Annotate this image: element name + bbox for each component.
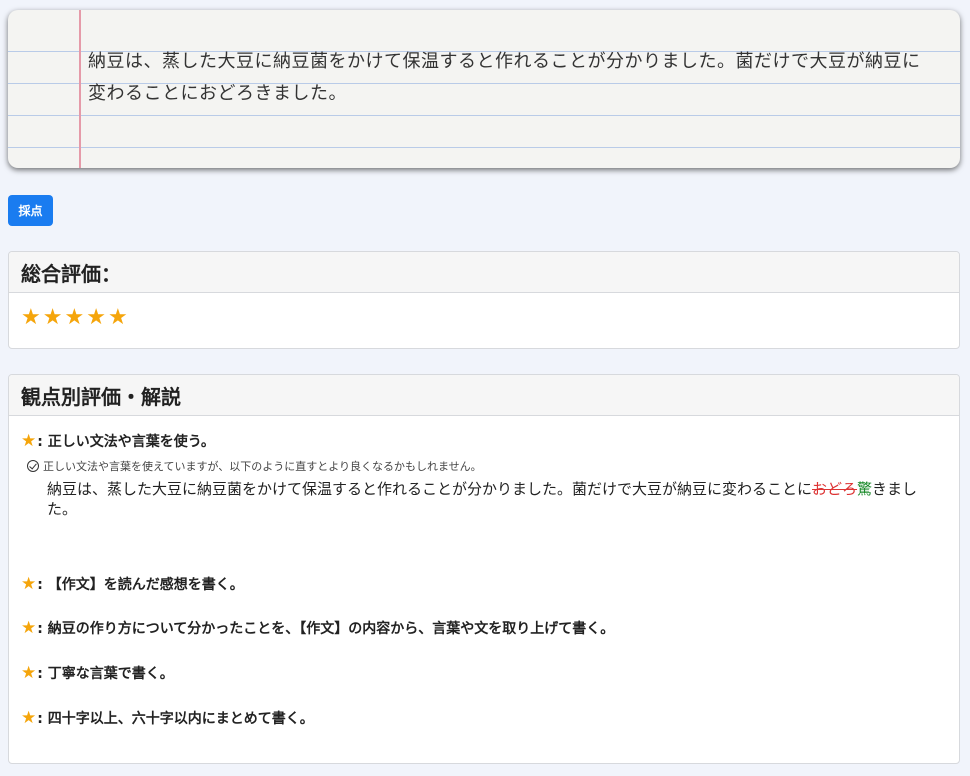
detail-evaluation-title: 観点別評価・解説	[9, 375, 959, 416]
criterion-length: ★ : 四十字以上、六十字以内にまとめて書く。	[21, 708, 314, 728]
score-button[interactable]: 採点	[8, 195, 53, 226]
star-icon: ★	[86, 305, 106, 330]
essay-notebook[interactable]: 納豆は、蒸した大豆に納豆菌をかけて保温すると作れることが分かりました。菌だけで大…	[8, 10, 960, 168]
criterion-label: : 納豆の作り方について分かったことを、【作文】の内容から、言葉や文を取り上げて…	[37, 621, 615, 637]
star-icon: ★	[21, 305, 41, 330]
criterion-label: : 正しい文法や言葉を使う。	[37, 434, 215, 450]
overall-evaluation-title: 総合評価：	[9, 252, 959, 293]
detail-evaluation-card: 観点別評価・解説 ★ : 正しい文法や言葉を使う。 正しい文法や言葉を使えていま…	[8, 374, 960, 764]
star-icon: ★	[21, 573, 37, 594]
star-icon: ★	[21, 707, 37, 728]
criterion-grammar: ★ : 正しい文法や言葉を使う。	[21, 431, 215, 451]
criterion-impression: ★ : 【作文】を読んだ感想を書く。	[21, 574, 244, 594]
corrected-before: 納豆は、蒸した大豆に納豆菌をかけて保温すると作れることが分かりました。菌だけで大…	[47, 480, 813, 498]
notebook-margin-line	[79, 10, 81, 168]
criterion-polite: ★ : 丁寧な言葉で書く。	[21, 663, 174, 683]
deleted-text: おどろ	[812, 480, 858, 498]
criterion-label: : 【作文】を読んだ感想を書く。	[37, 577, 244, 593]
criterion-label: : 丁寧な言葉で書く。	[37, 666, 174, 682]
star-icon: ★	[42, 305, 63, 330]
star-icon: ★	[21, 662, 37, 683]
grammar-hint: 正しい文法や言葉を使えていますが、以下のように直すとより良くなるかもしれません。	[27, 458, 482, 474]
overall-evaluation-card: 総合評価： ★ ★ ★ ★ ★	[8, 251, 960, 349]
criterion-label: : 四十字以上、六十字以内にまとめて書く。	[37, 711, 314, 727]
essay-text[interactable]: 納豆は、蒸した大豆に納豆菌をかけて保温すると作れることが分かりました。菌だけで大…	[88, 46, 938, 110]
overall-rating-stars: ★ ★ ★ ★ ★	[9, 293, 959, 343]
star-icon: ★	[107, 305, 128, 330]
hint-text: 正しい文法や言葉を使えていますが、以下のように直すとより良くなるかもしれません。	[43, 460, 482, 473]
inserted-text: 驚	[857, 480, 873, 498]
criterion-content: ★ : 納豆の作り方について分かったことを、【作文】の内容から、言葉や文を取り上…	[21, 618, 614, 638]
corrected-text: 納豆は、蒸した大豆に納豆菌をかけて保温すると作れることが分かりました。菌だけで大…	[47, 479, 947, 519]
star-icon: ★	[21, 430, 37, 451]
star-icon: ★	[21, 617, 37, 638]
check-circle-icon	[27, 460, 39, 472]
star-icon: ★	[64, 305, 85, 330]
